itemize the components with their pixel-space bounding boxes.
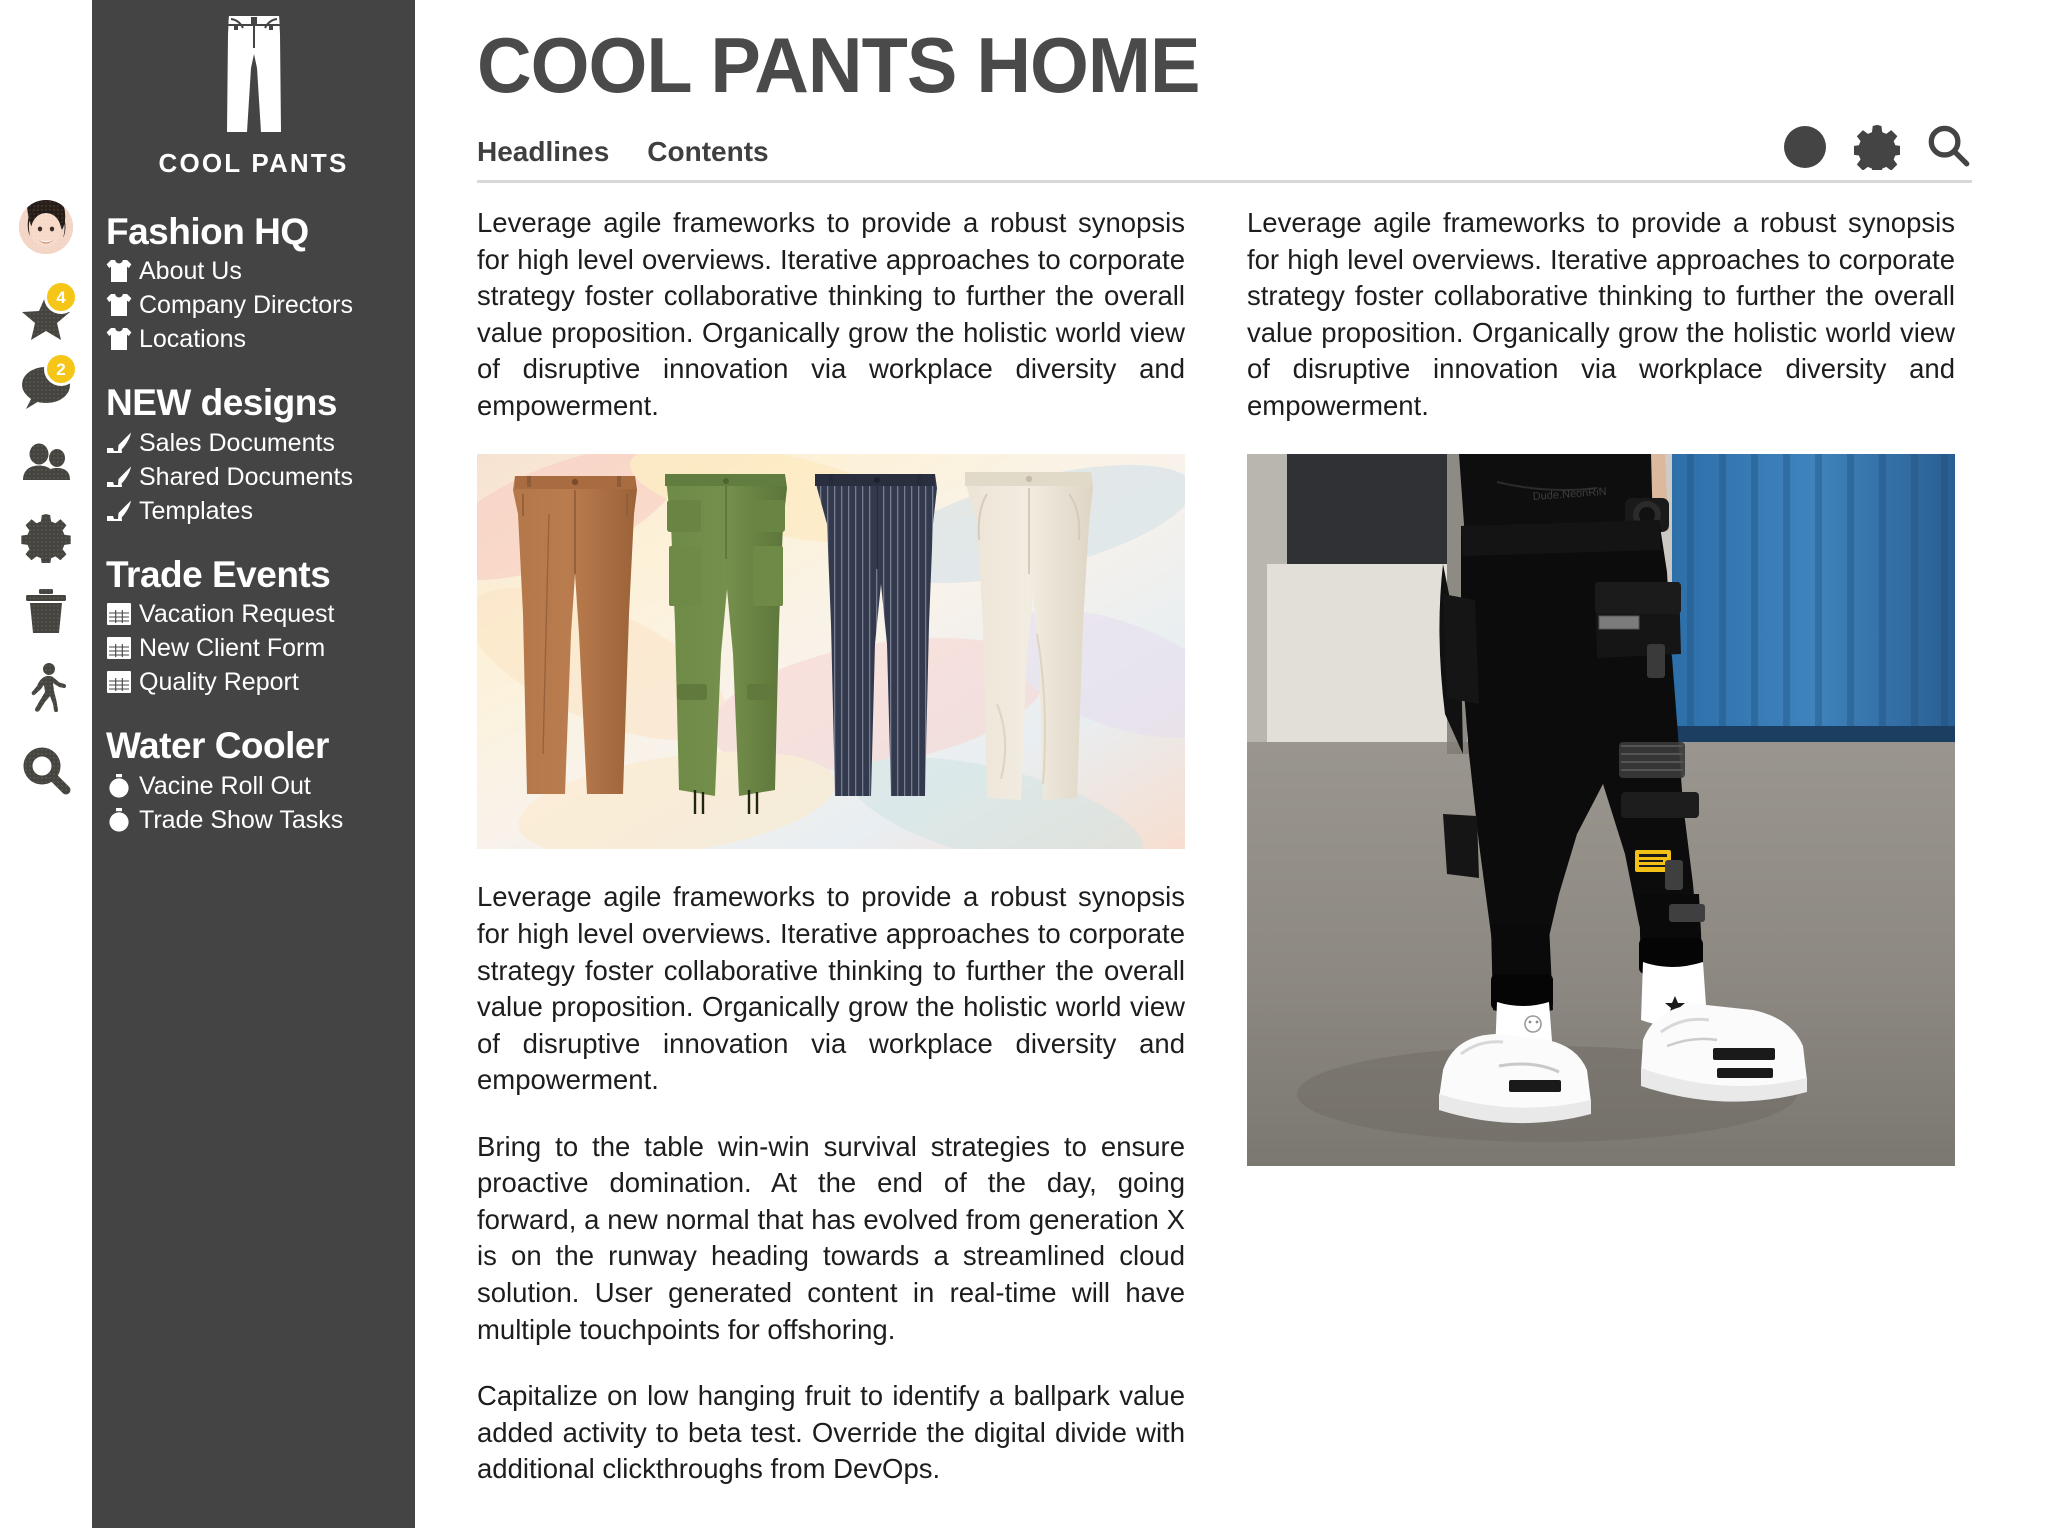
right-column: Leverage agile frameworks to provide a r…: [1247, 205, 1955, 1488]
rail-item-messages[interactable]: 2: [0, 352, 92, 418]
sidebar-item-label: Vacation Request: [139, 600, 335, 629]
stopwatch-icon: [106, 773, 132, 799]
plus-circle-icon[interactable]: [1782, 124, 1828, 170]
high-heel-icon: [106, 464, 132, 490]
rail-item-search[interactable]: [0, 740, 92, 802]
rail-item-avatar[interactable]: [0, 196, 92, 258]
header-icon-group: [1782, 124, 1972, 172]
sidebar-item-vacation-request[interactable]: Vacation Request: [106, 597, 409, 631]
left-column: Leverage agile frameworks to provide a r…: [477, 205, 1185, 1488]
nav-heading-new-designs: NEW designs: [106, 382, 337, 424]
sidebar-item-locations[interactable]: Locations: [106, 322, 409, 356]
icon-rail: 4 2: [0, 0, 92, 1528]
rail-item-contacts[interactable]: [0, 432, 92, 494]
search-icon: [23, 747, 71, 795]
people-icon: [23, 443, 70, 480]
sidebar-item-label: Company Directors: [139, 291, 353, 320]
nav-section-new-designs: NEW designs Sales Documents Shared Docum…: [106, 382, 409, 527]
model-photo: Dude.NeonRiN: [1247, 454, 1955, 1167]
left-paragraph-1: Leverage agile frameworks to provide a r…: [477, 207, 1185, 421]
stopwatch-icon: [106, 807, 132, 833]
gear-icon: [21, 514, 71, 563]
nav-heading-fashion-hq: Fashion HQ: [106, 211, 309, 252]
sidebar-item-label: Locations: [139, 325, 247, 354]
sidebar-item-new-client-form[interactable]: New Client Form: [106, 631, 409, 665]
sidebar-nav: Fashion HQ About Us Company Directors Lo…: [92, 211, 415, 837]
sidebar-item-shared-documents[interactable]: Shared Documents: [106, 460, 409, 494]
app-window: 4 2 COOL PANTS Fashion HQ About Us Compa…: [0, 0, 2048, 1528]
pants-icon: [226, 16, 281, 132]
walking-person-icon: [31, 663, 67, 713]
page-title: COOL PANTS HOME: [477, 21, 1200, 109]
search-icon[interactable]: [1926, 124, 1972, 170]
avatar[interactable]: [19, 200, 73, 254]
sidebar-item-vacine-roll-out[interactable]: Vacine Roll Out: [106, 769, 409, 803]
nav-section-trade-events: Trade Events Vacation Request New Client…: [106, 554, 409, 699]
user-avatar-icon: [19, 200, 73, 254]
sidebar-item-label: New Client Form: [139, 634, 326, 663]
toolbar-row: Headlines Contents: [477, 124, 1972, 183]
sidebar-item-label: Trade Show Tasks: [139, 805, 344, 834]
sidebar-item-label: Vacine Roll Out: [139, 771, 311, 800]
nav-heading-water-cooler: Water Cooler: [106, 725, 329, 767]
tab-bar: Headlines Contents: [477, 136, 769, 172]
content-columns: Leverage agile frameworks to provide a r…: [477, 205, 1972, 1488]
sidebar-item-label: Quality Report: [139, 668, 299, 697]
pants-product-image: [477, 454, 1185, 850]
nav-heading-trade-events: Trade Events: [106, 553, 331, 595]
brand-name: COOL PANTS: [158, 148, 349, 178]
high-heel-icon: [106, 430, 132, 456]
sidebar-item-label: About Us: [139, 257, 242, 286]
tab-headlines[interactable]: Headlines: [477, 136, 609, 168]
rail-item-settings[interactable]: [0, 506, 92, 568]
left-paragraph-3: Bring to the table win-win survival stra…: [477, 1130, 1185, 1345]
tab-contents[interactable]: Contents: [647, 136, 768, 168]
main-content: COOL PANTS HOME Headlines Contents Lever…: [415, 0, 2048, 1528]
nav-section-fashion-hq: Fashion HQ About Us Company Directors Lo…: [106, 211, 409, 356]
right-paragraph-1: Leverage agile frameworks to provide a r…: [1247, 207, 1955, 421]
sidebar-item-trade-show-tasks[interactable]: Trade Show Tasks: [106, 803, 409, 837]
left-paragraph-2: Leverage agile frameworks to provide a r…: [477, 881, 1185, 1096]
high-heel-icon: [106, 498, 132, 524]
rail-item-favorites[interactable]: 4: [0, 280, 92, 348]
sidebar-item-about-us[interactable]: About Us: [106, 254, 409, 288]
messages-badge: 2: [44, 352, 78, 386]
left-paragraph-4: Capitalize on low hanging fruit to ident…: [477, 1380, 1185, 1485]
sidebar-item-label: Templates: [139, 496, 253, 525]
sidebar: COOL PANTS Fashion HQ About Us Company D…: [92, 0, 415, 1528]
sidebar-item-label: Shared Documents: [139, 462, 354, 491]
rail-item-trash[interactable]: [0, 580, 92, 642]
sidebar-item-company-directors[interactable]: Company Directors: [106, 288, 409, 322]
tshirt-icon: [106, 292, 132, 318]
sidebar-item-templates[interactable]: Templates: [106, 494, 409, 528]
brand-block[interactable]: COOL PANTS: [92, 0, 415, 185]
spreadsheet-icon: [106, 669, 132, 695]
sidebar-item-sales-documents[interactable]: Sales Documents: [106, 426, 409, 460]
rail-item-activity[interactable]: [0, 656, 92, 718]
gear-icon[interactable]: [1854, 124, 1900, 170]
street-style-photo: Dude.NeonRiN: [1247, 454, 1955, 1167]
spreadsheet-icon: [106, 601, 132, 627]
tshirt-icon: [106, 258, 132, 284]
pants-illustration: [477, 454, 1185, 850]
sidebar-item-label: Sales Documents: [139, 428, 335, 457]
sidebar-item-quality-report[interactable]: Quality Report: [106, 665, 409, 699]
favorites-badge: 4: [44, 280, 78, 314]
tshirt-icon: [106, 326, 132, 352]
spreadsheet-icon: [106, 635, 132, 661]
trash-icon: [26, 589, 66, 633]
nav-section-water-cooler: Water Cooler Vacine Roll Out Trade Show …: [106, 725, 409, 836]
